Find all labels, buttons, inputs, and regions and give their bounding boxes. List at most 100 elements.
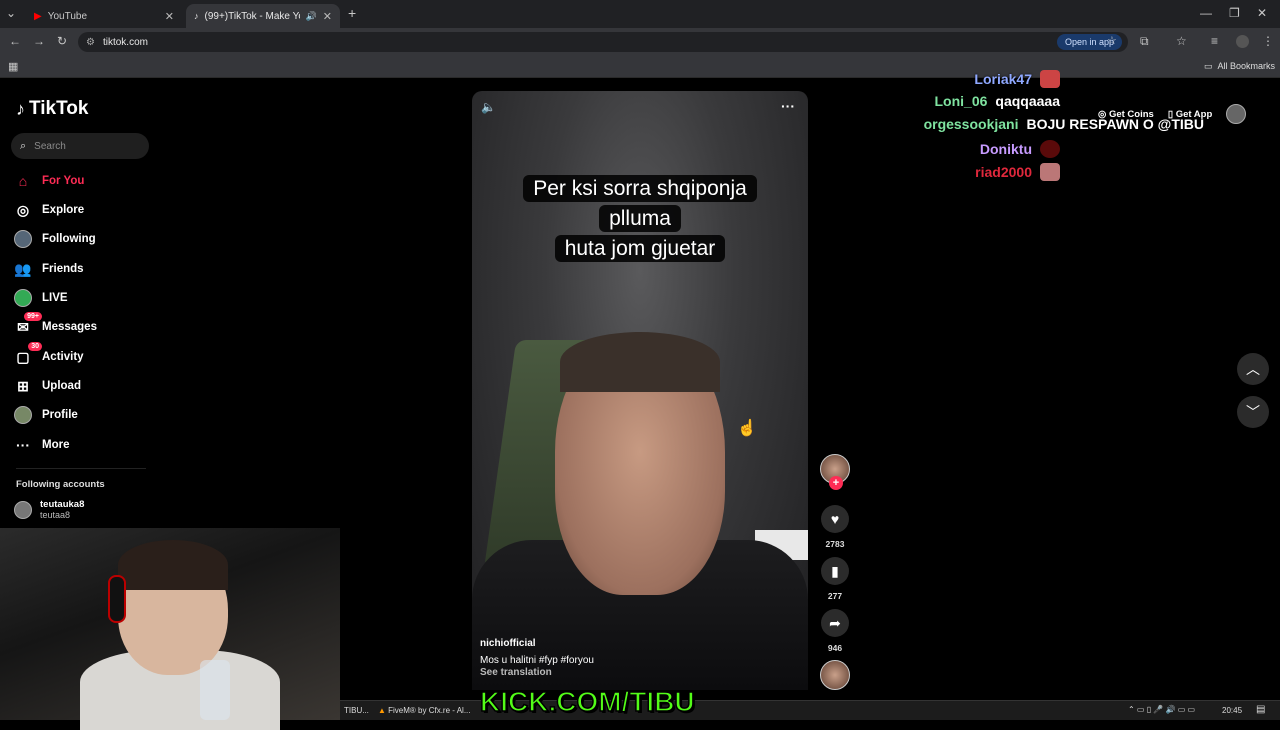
fivem-icon: ▲ <box>378 706 389 715</box>
new-tab-icon[interactable]: + <box>348 5 356 21</box>
profile-avatar[interactable] <box>1236 35 1249 48</box>
taskbar-item[interactable]: TIBU... <box>344 706 369 715</box>
bookmark-icon: ▮ <box>821 557 849 585</box>
divider <box>16 468 146 469</box>
video-author[interactable]: nichiofficial <box>480 638 536 649</box>
nav-label: More <box>42 439 70 451</box>
account-name: teutauka8 <box>40 499 85 510</box>
nav-messages[interactable]: ✉ 99+ Messages <box>14 312 97 338</box>
nav-activity[interactable]: ▢ 30 Activity <box>14 342 84 368</box>
notification-icon[interactable]: ▤ <box>1256 704 1265 715</box>
previous-video-button[interactable]: ︿ <box>1237 353 1269 385</box>
star-icon[interactable]: ☆ <box>1107 34 1117 47</box>
nav-friends[interactable]: 👥 Friends <box>14 258 84 280</box>
close-icon[interactable]: ✕ <box>165 10 174 23</box>
reload-icon[interactable]: ↻ <box>57 34 67 48</box>
heart-icon: ♥ <box>821 505 849 533</box>
chat-message: Loriak47 <box>974 70 1060 88</box>
emote-icon <box>1040 140 1060 158</box>
nav-following[interactable]: Following <box>14 228 96 250</box>
apps-grid-icon[interactable]: ▦ <box>8 60 18 73</box>
search-placeholder: Search <box>34 140 66 152</box>
taskbar-item[interactable]: ▲ FiveM® by Cfx.re - Al... <box>378 706 471 715</box>
profile-icon <box>14 406 32 424</box>
forward-icon[interactable]: → <box>33 34 45 48</box>
chat-text: BOJU RESPAWN O @TIBU <box>1026 116 1204 132</box>
chat-username: orgessookjani <box>923 116 1019 132</box>
save-button[interactable]: ▮ 277 <box>820 557 850 601</box>
water-bottle <box>200 660 230 720</box>
extensions-icon[interactable]: ⧉ <box>1140 34 1149 49</box>
creator-avatar-button[interactable]: + <box>820 454 850 490</box>
bookmark-manager-icon[interactable]: ☆ <box>1176 34 1187 48</box>
search-icon: ⌕ <box>20 139 27 152</box>
user-avatar[interactable] <box>1226 104 1247 124</box>
nav-label: Activity <box>42 351 84 363</box>
chevron-down-icon: ﹀ <box>1246 404 1260 420</box>
window-close-icon[interactable]: ✕ <box>1257 6 1267 20</box>
chat-username: Loni_06 <box>934 93 988 109</box>
url-text: tiktok.com <box>102 36 148 48</box>
caption-line-2: huta jom gjuetar <box>554 235 726 262</box>
tab-tiktok[interactable]: ♪ (99+)TikTok - Make Your Da 🔊 ✕ <box>186 4 340 28</box>
nav-profile[interactable]: Profile <box>14 404 78 426</box>
address-bar[interactable]: ⚙ tiktok.com Open in app <box>78 32 1128 52</box>
tray-icons[interactable]: ⌃ ▭ ▯ 🎤 🔊 ▭ ▭ <box>1128 705 1195 714</box>
next-video-button[interactable]: ﹀ <box>1237 396 1269 428</box>
nav-live[interactable]: LIVE <box>14 287 68 309</box>
following-account-item[interactable]: teutauka8 teutaa8 <box>14 499 84 520</box>
nav-upload[interactable]: ⊞ Upload <box>14 375 81 397</box>
like-button[interactable]: ♥ 2783 <box>820 505 850 549</box>
caption-line-1: Per ksi sorra shqiponja plluma <box>523 175 757 232</box>
chat-message: Loni_06 qaqqaaaa <box>935 93 1061 109</box>
folder-icon: ▭ <box>1204 61 1213 71</box>
nav-label: Friends <box>42 263 84 275</box>
chat-message: Doniktu <box>980 140 1060 158</box>
taskbar-item-label: FiveM® by Cfx.re - Al... <box>388 706 471 715</box>
menu-icon[interactable]: ⋮ <box>1262 34 1274 48</box>
tiktok-logo[interactable]: ♪ TikTok <box>16 98 88 120</box>
messages-icon: ✉ 99+ <box>14 312 42 336</box>
video-more-icon[interactable]: ··· <box>781 98 795 114</box>
tiktok-note-icon: ♪ <box>16 98 25 119</box>
media-icon[interactable]: ≡ <box>1211 34 1218 48</box>
nav-label: Profile <box>42 409 78 421</box>
see-translation-link[interactable]: See translation <box>480 667 552 678</box>
tab-label: YouTube <box>47 10 87 22</box>
back-icon[interactable]: ← <box>9 34 21 48</box>
follow-plus-icon[interactable]: + <box>829 476 843 490</box>
tab-search-icon[interactable]: ⌄ <box>6 6 16 20</box>
music-disc-icon <box>820 660 850 690</box>
live-icon <box>14 289 32 307</box>
messages-badge: 99+ <box>24 312 42 321</box>
nav-more[interactable]: ··· More <box>14 434 69 456</box>
creator-avatar: + <box>820 454 850 490</box>
nav-label: Following <box>42 233 96 245</box>
kick-banner: KICK.COM/TIBU <box>479 685 695 718</box>
video-hair <box>560 332 720 392</box>
close-icon[interactable]: ✕ <box>323 10 332 23</box>
nav-for-you[interactable]: ⌂ For You <box>14 170 85 192</box>
bookmarks-bar: ▦ ▭ All Bookmarks <box>0 56 1280 78</box>
activity-icon: ▢ 30 <box>14 342 42 366</box>
account-handle: teutaa8 <box>40 510 71 520</box>
save-count: 277 <box>827 591 843 601</box>
nav-label: Upload <box>42 380 81 392</box>
site-info-icon[interactable]: ⚙ <box>86 37 95 48</box>
emote-icon <box>1040 163 1060 181</box>
search-input[interactable]: ⌕ Search <box>11 133 149 159</box>
nav-explore[interactable]: ◎ Explore <box>14 199 84 221</box>
share-button[interactable]: ➦ 946 <box>820 609 850 653</box>
kick-banner-text: KICK.COM/TIBU <box>479 685 695 718</box>
all-bookmarks[interactable]: ▭ All Bookmarks <box>1204 61 1275 72</box>
restore-icon[interactable]: ❐ <box>1229 6 1240 20</box>
music-disc-button[interactable] <box>820 660 850 690</box>
volume-icon[interactable]: 🔈 <box>481 100 496 114</box>
nav-label: Messages <box>42 321 97 333</box>
minimize-icon[interactable]: — <box>1200 6 1212 20</box>
tiktok-icon: ♪ <box>194 11 199 21</box>
tab-youtube[interactable]: ▶ YouTube ✕ <box>26 4 182 28</box>
speaker-icon: 🔊 <box>305 10 317 21</box>
nav-label: For You <box>42 175 85 187</box>
mouse-cursor: ☝ <box>737 420 757 437</box>
